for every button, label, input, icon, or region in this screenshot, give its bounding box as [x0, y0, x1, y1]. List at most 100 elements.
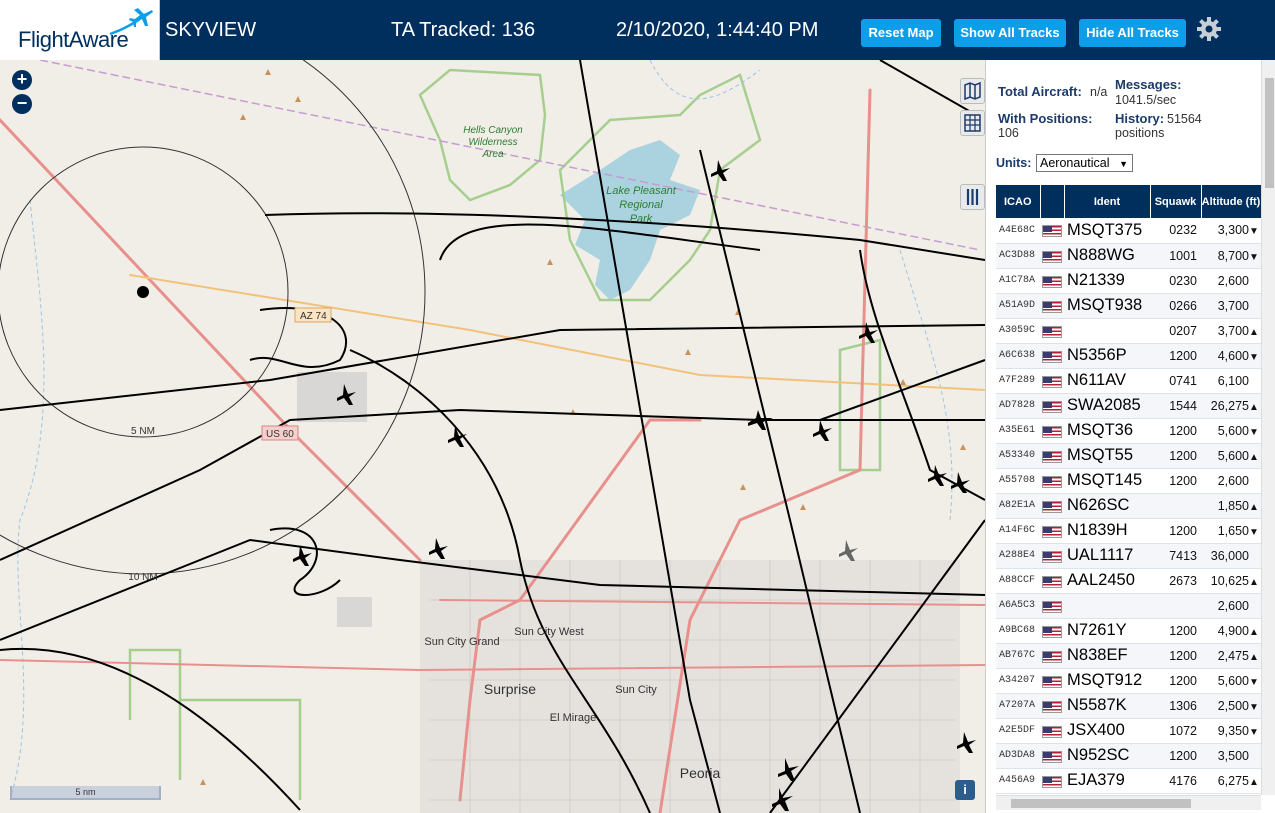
units-select[interactable]: Aeronautical ▼	[1036, 154, 1133, 172]
ring-label-10nm: 10 NM	[128, 572, 157, 583]
map-layers-icon[interactable]	[960, 78, 985, 104]
icao-cell: A51A9D	[996, 293, 1040, 319]
aircraft-row[interactable]: A88CCF AAL2450 2673 10,625▲	[996, 568, 1261, 594]
flag-cell	[1040, 443, 1064, 469]
reset-map-button[interactable]: Reset Map	[861, 19, 941, 47]
aircraft-row[interactable]: A4E68C MSQT375 0232 3,300▼	[996, 218, 1261, 244]
altitude-cell: 5,600▼	[1201, 418, 1261, 444]
info-button[interactable]: i	[955, 780, 975, 800]
scrollbar-thumb[interactable]	[1265, 78, 1274, 188]
flag-cell	[1040, 343, 1064, 369]
aircraft-row[interactable]: AC3D88 N888WG 1001 8,700▼	[996, 243, 1261, 269]
aircraft-row[interactable]: AD3DA8 N952SC 1200 3,500	[996, 743, 1261, 769]
aircraft-row[interactable]: A14F6C N1839H 1200 1,650▼	[996, 518, 1261, 544]
altitude-value: 1,650	[1217, 523, 1249, 538]
aircraft-row[interactable]: AB767C N838EF 1200 2,475▲	[996, 643, 1261, 669]
flag-cell	[1040, 768, 1064, 794]
map-view[interactable]: Hells Canyon Wilderness Area Lake Pleasa…	[0, 60, 985, 813]
aircraft-row[interactable]: A456A9 EJA379 4176 6,275▲	[996, 768, 1261, 794]
flightaware-logo[interactable]: FlightAware	[0, 0, 160, 60]
altitude-trend-icon: ▼	[1249, 226, 1259, 238]
aircraft-row[interactable]: A2E5DF JSX400 1072 9,350▼	[996, 718, 1261, 744]
ident-cell: JSX400	[1064, 718, 1150, 744]
scrollbar-thumb[interactable]	[1011, 799, 1191, 808]
altitude-trend-icon: ▲	[1249, 576, 1259, 588]
datetime-display: 2/10/2020, 1:44:40 PM	[616, 19, 819, 41]
aircraft-row[interactable]: A6C638 N5356P 1200 4,600▼	[996, 343, 1261, 369]
aircraft-row[interactable]: A53340 MSQT55 1200 5,600▲	[996, 443, 1261, 469]
tracked-count: TA Tracked: 136	[391, 19, 536, 41]
flag-cell	[1040, 543, 1064, 569]
aircraft-row[interactable]: A34207 MSQT912 1200 5,600▼	[996, 668, 1261, 694]
squawk-cell	[1150, 493, 1201, 519]
squawk-cell: 4176	[1150, 768, 1201, 794]
chevron-down-icon: ▼	[1119, 159, 1128, 169]
aircraft-row[interactable]: A6A5C3 2,600	[996, 593, 1261, 619]
altitude-cell: 5,600▼	[1201, 668, 1261, 694]
altitude-trend-icon: ▲	[1249, 326, 1259, 338]
column-header-ident[interactable]: Ident	[1064, 185, 1151, 218]
road-shield-us60: US 60	[266, 429, 294, 440]
icao-cell: A34207	[996, 668, 1040, 694]
column-header-flag[interactable]	[1040, 185, 1065, 218]
ident-cell: N952SC	[1064, 743, 1150, 769]
map-canvas[interactable]: Hells Canyon Wilderness Area Lake Pleasa…	[0, 60, 985, 813]
show-all-tracks-button[interactable]: Show All Tracks	[954, 19, 1066, 47]
us-flag-icon	[1042, 725, 1062, 738]
gear-icon[interactable]	[1196, 16, 1222, 42]
label-surprise: Surprise	[484, 681, 536, 697]
columns-icon[interactable]	[960, 184, 985, 210]
icao-cell: AD3DA8	[996, 743, 1040, 769]
column-header-altitude[interactable]: Altitude (ft)	[1201, 185, 1262, 218]
altitude-value: 6,100	[1217, 373, 1249, 388]
aircraft-row[interactable]: A51A9D MSQT938 0266 3,700	[996, 293, 1261, 319]
units-label: Units:	[996, 156, 1032, 170]
squawk-cell: 0266	[1150, 293, 1201, 319]
column-header-icao[interactable]: ICAO	[996, 185, 1041, 218]
icao-cell: A6A5C3	[996, 593, 1040, 619]
vertical-scrollbar[interactable]	[1261, 60, 1275, 795]
grid-icon[interactable]	[960, 110, 985, 136]
aircraft-row[interactable]: A7207A N5587K 1306 2,500▼	[996, 693, 1261, 719]
squawk-cell: 2673	[1150, 568, 1201, 594]
icao-cell: AC3D88	[996, 243, 1040, 269]
altitude-value: 2,600	[1217, 473, 1249, 488]
icao-cell: A2E5DF	[996, 718, 1040, 744]
aircraft-row[interactable]: A82E1A N626SC 1,850▲	[996, 493, 1261, 519]
altitude-cell: 4,600▼	[1201, 343, 1261, 369]
flag-cell	[1040, 568, 1064, 594]
hide-all-tracks-button[interactable]: Hide All Tracks	[1079, 19, 1186, 47]
flag-cell	[1040, 293, 1064, 319]
squawk-cell: 1200	[1150, 668, 1201, 694]
aircraft-row[interactable]: A35E61 MSQT36 1200 5,600▼	[996, 418, 1261, 444]
horizontal-scrollbar[interactable]	[996, 795, 1261, 810]
altitude-cell: 5,600▲	[1201, 443, 1261, 469]
ident-cell: N611AV	[1064, 368, 1150, 394]
column-header-squawk[interactable]: Squawk	[1150, 185, 1202, 218]
altitude-cell: 2,500▼	[1201, 693, 1261, 719]
altitude-value: 26,275	[1210, 398, 1249, 413]
altitude-cell: 2,600	[1201, 268, 1261, 294]
ident-cell: MSQT912	[1064, 668, 1150, 694]
us-flag-icon	[1042, 350, 1062, 363]
aircraft-row[interactable]: A9BC68 N7261Y 1200 4,900▲	[996, 618, 1261, 644]
flag-cell	[1040, 643, 1064, 669]
squawk-cell: 0232	[1150, 218, 1201, 244]
altitude-cell: 10,625▲	[1201, 568, 1261, 594]
us-flag-icon	[1042, 500, 1062, 513]
aircraft-row[interactable]: A55708 MSQT145 1200 2,600	[996, 468, 1261, 494]
aircraft-row[interactable]: AD7828 SWA2085 1544 26,275▲	[996, 393, 1261, 419]
zoom-out-button[interactable]: −	[12, 94, 32, 114]
altitude-cell: 36,000	[1201, 543, 1261, 569]
aircraft-row[interactable]: A288E4 UAL1117 7413 36,000	[996, 543, 1261, 569]
flag-cell	[1040, 718, 1064, 744]
us-flag-icon	[1042, 750, 1062, 763]
us-flag-icon	[1042, 600, 1062, 613]
aircraft-row[interactable]: A3059C 0207 3,700▲	[996, 318, 1261, 344]
aircraft-row[interactable]: A1C78A N21339 0230 2,600	[996, 268, 1261, 294]
zoom-in-button[interactable]: +	[12, 70, 32, 90]
icao-cell: A35E61	[996, 418, 1040, 444]
history-label: History:	[1115, 111, 1165, 126]
us-flag-icon	[1042, 225, 1062, 238]
aircraft-row[interactable]: A7F289 N611AV 0741 6,100	[996, 368, 1261, 394]
